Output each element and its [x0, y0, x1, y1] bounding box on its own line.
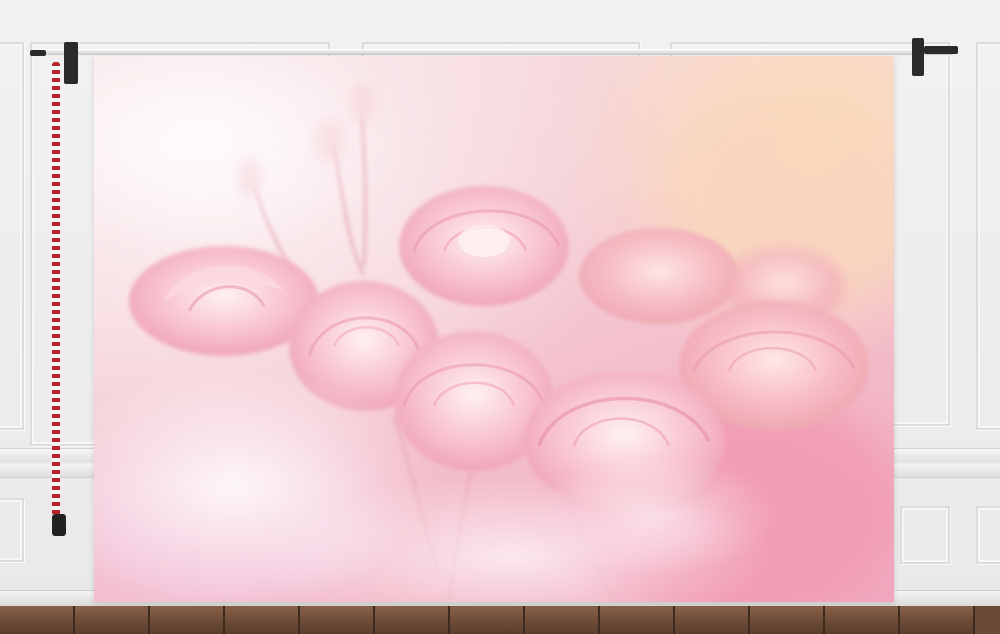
floor-plank: [675, 606, 750, 634]
floor-plank: [375, 606, 450, 634]
chain-weight-icon: [52, 514, 66, 536]
floor-plank: [600, 606, 675, 634]
rose-backdrop-print: [94, 56, 894, 602]
weighted-chain: [52, 62, 60, 522]
floor-plank: [825, 606, 900, 634]
floor-plank: [150, 606, 225, 634]
floor-plank: [300, 606, 375, 634]
rose-bloom: [399, 186, 569, 306]
backdrop-crossbar: [34, 49, 954, 55]
floor-plank: [750, 606, 825, 634]
wood-floor: [0, 606, 1000, 634]
floor-plank: [525, 606, 600, 634]
rose-artwork: [94, 56, 894, 602]
floor-plank: [75, 606, 150, 634]
photo-scene: [0, 0, 1000, 634]
wall-panel: [0, 42, 24, 430]
lower-wall-panel: [900, 506, 950, 564]
stand-clamp-icon: [30, 50, 46, 56]
floor-plank: [225, 606, 300, 634]
lower-wall-panel: [976, 506, 1000, 564]
wall-panel: [976, 42, 1000, 430]
stand-clamp-icon: [64, 42, 78, 84]
stand-clamp-icon: [924, 46, 958, 54]
lower-wall-panel: [0, 498, 24, 562]
floor-plank: [450, 606, 525, 634]
stand-clamp-icon: [912, 38, 924, 76]
floor-plank: [900, 606, 975, 634]
floor-plank: [0, 606, 75, 634]
